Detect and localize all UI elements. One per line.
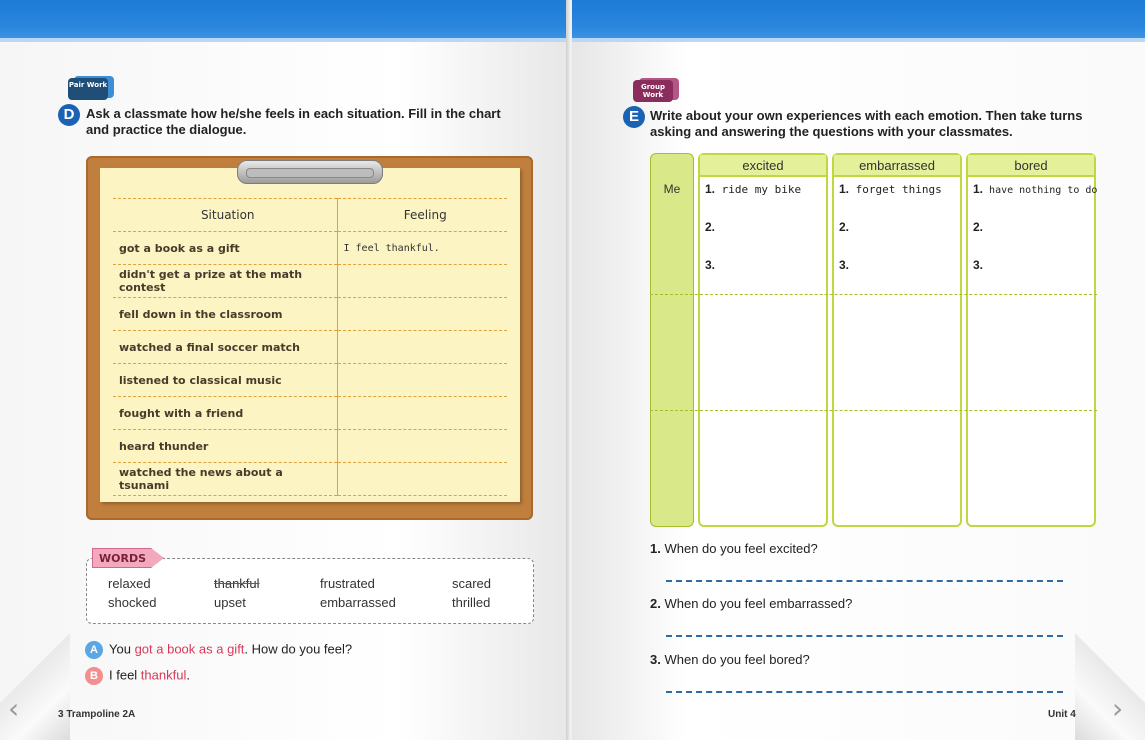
answer-line-3[interactable] — [666, 691, 1063, 693]
row-divider — [650, 294, 1097, 295]
entry-embarrassed-1[interactable]: 1. forget things — [839, 182, 942, 196]
situation-cell: got a book as a gift — [113, 231, 338, 265]
column-header: excited — [700, 155, 826, 177]
word-item: frustrated — [320, 576, 375, 591]
table-row: watched the news about a tsunami — [113, 462, 507, 496]
entry-bored-2[interactable]: 2. — [973, 220, 983, 234]
emotion-column-bored: bored — [966, 153, 1096, 527]
next-page-arrow-icon[interactable]: › — [1112, 692, 1123, 725]
dialogue-a-highlight: got a book as a gift — [134, 641, 245, 657]
dialogue-a-post: . How do you feel? — [244, 641, 353, 657]
answer-line-2[interactable] — [666, 635, 1063, 637]
emotion-column-embarrassed: embarrassed — [832, 153, 962, 527]
word-item: shocked — [108, 595, 157, 610]
table-row: didn't get a prize at the math contest — [113, 264, 507, 298]
table-row: listened to classical music — [113, 363, 507, 397]
situation-header: Situation — [113, 198, 338, 232]
speaker-a-badge: A — [85, 641, 103, 659]
table-row: got a book as a gift I feel thankful. — [113, 231, 507, 265]
entry-embarrassed-3[interactable]: 3. — [839, 258, 849, 272]
column-header: embarrassed — [834, 155, 960, 177]
page-curl-right[interactable] — [1075, 630, 1145, 740]
me-label: Me — [663, 182, 681, 196]
answer-line-1[interactable] — [666, 580, 1063, 582]
feeling-cell[interactable] — [337, 429, 507, 463]
situation-cell: didn't get a prize at the math contest — [113, 264, 338, 298]
word-item: upset — [214, 595, 246, 610]
feeling-cell[interactable] — [337, 396, 507, 430]
feeling-cell[interactable] — [337, 264, 507, 298]
entry-bored-1[interactable]: 1. have nothing to do — [973, 182, 1097, 196]
situation-cell: watched the news about a tsunami — [113, 462, 338, 496]
dialogue-line-a: A You got a book as a gift. How do you fe… — [85, 641, 352, 659]
word-bank — [86, 558, 534, 624]
word-item: scared — [452, 576, 492, 591]
entry-bored-3[interactable]: 3. — [973, 258, 983, 272]
feeling-cell[interactable] — [337, 297, 507, 331]
pair-work-badge: Pair Work — [68, 78, 108, 100]
dialogue-b-post: . — [186, 667, 190, 683]
situation-cell: fought with a friend — [113, 396, 338, 430]
word-item: thrilled — [452, 595, 491, 610]
top-band — [0, 0, 570, 42]
dialogue-a-pre: You — [109, 641, 135, 657]
situation-cell: heard thunder — [113, 429, 338, 463]
entry-embarrassed-2[interactable]: 2. — [839, 220, 849, 234]
table-row: fought with a friend — [113, 396, 507, 430]
top-band — [572, 0, 1145, 42]
question-2: 2. When do you feel embarrassed? — [650, 596, 853, 611]
book-title: Trampoline 2A — [66, 709, 136, 720]
me-column — [650, 153, 694, 527]
situation-cell: watched a final soccer match — [113, 330, 338, 364]
situation-cell: listened to classical music — [113, 363, 338, 397]
dialogue-line-b: B I feel thankful. — [85, 667, 190, 685]
table-row: fell down in the classroom — [113, 297, 507, 331]
activity-e-instruction: Write about your own experiences with ea… — [650, 108, 1083, 139]
table-row: heard thunder — [113, 429, 507, 463]
feeling-cell[interactable] — [337, 462, 507, 496]
situation-chart-note: Situation Feeling got a book as a gift I… — [100, 168, 520, 502]
page-number: 3 — [58, 709, 64, 720]
word-item: relaxed — [108, 576, 151, 591]
speaker-b-badge: B — [85, 667, 103, 685]
activity-letter-d: D — [58, 104, 80, 126]
situation-cell: fell down in the classroom — [113, 297, 338, 331]
column-header: bored — [968, 155, 1094, 177]
words-tab: WORDS — [92, 548, 164, 568]
group-work-badge: Group Work — [633, 80, 673, 102]
left-footer: 3 Trampoline 2A — [58, 709, 135, 720]
word-item-used: thankful — [214, 576, 260, 591]
activity-d-instruction: Ask a classmate how he/she feels in each… — [86, 106, 501, 137]
prev-page-arrow-icon[interactable]: ‹ — [8, 692, 19, 725]
situation-chart: Situation Feeling got a book as a gift I… — [113, 198, 507, 496]
word-item: embarrassed — [320, 595, 396, 610]
feeling-cell[interactable] — [337, 330, 507, 364]
activity-letter-e: E — [623, 106, 645, 128]
table-row: watched a final soccer match — [113, 330, 507, 364]
clipboard-clip — [237, 160, 383, 184]
emotion-column-excited: excited — [698, 153, 828, 527]
feeling-cell[interactable] — [337, 363, 507, 397]
question-3: 3. When do you feel bored? — [650, 652, 810, 667]
dialogue-b-pre: I feel — [109, 667, 141, 683]
question-1: 1. When do you feel excited? — [650, 541, 818, 556]
unit-footer: Unit 4 — [1048, 709, 1076, 720]
dialogue-b-highlight: thankful — [140, 667, 187, 683]
entry-excited-3[interactable]: 3. — [705, 258, 715, 272]
entry-excited-1[interactable]: 1. ride my bike — [705, 182, 801, 196]
feeling-cell[interactable]: I feel thankful. — [337, 231, 507, 265]
feeling-header: Feeling — [337, 198, 507, 232]
entry-excited-2[interactable]: 2. — [705, 220, 715, 234]
row-divider — [650, 410, 1097, 411]
